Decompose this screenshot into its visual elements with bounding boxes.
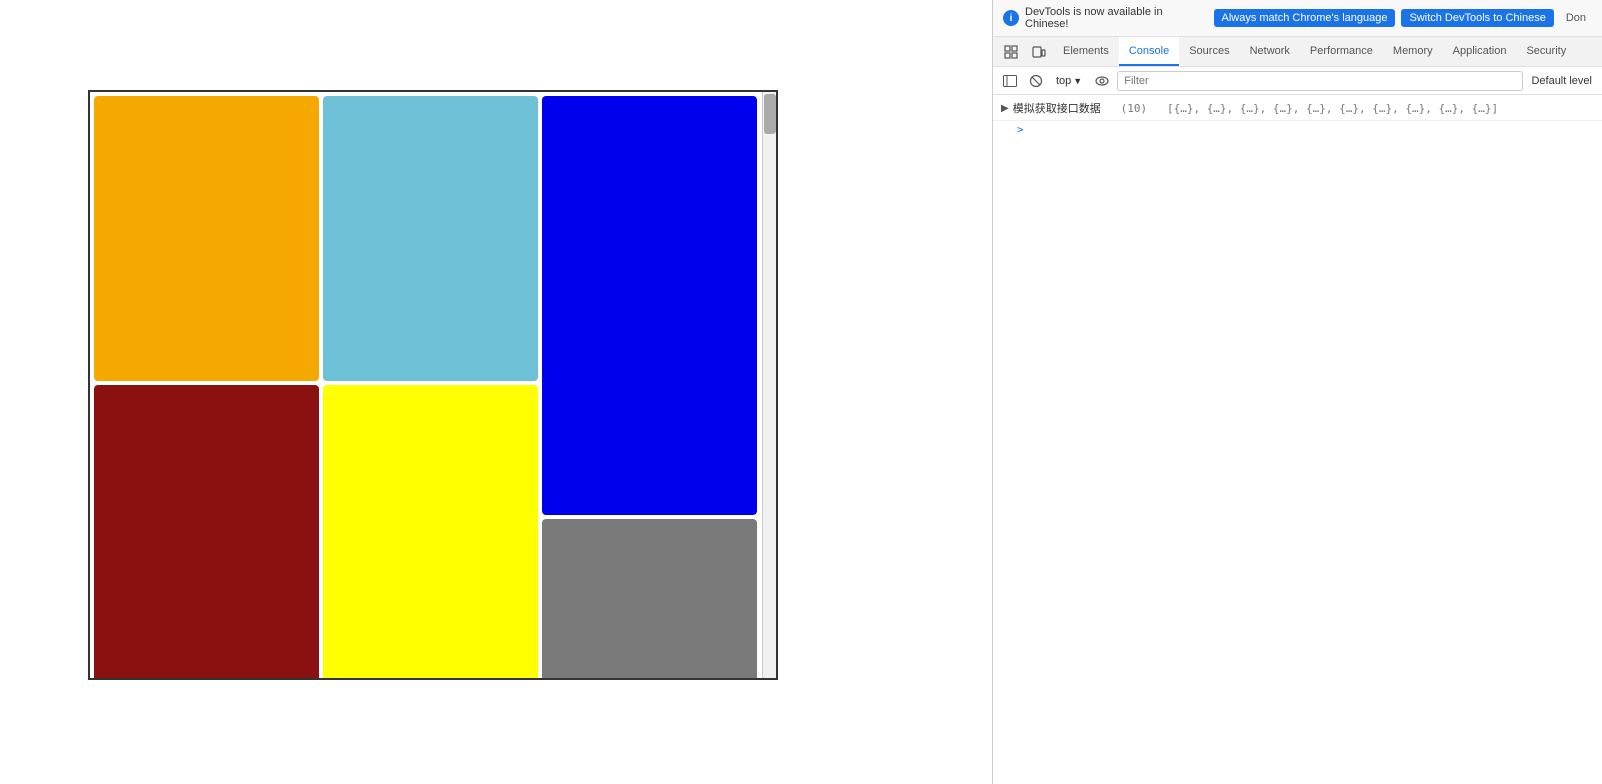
sub-expand-icon: >: [1017, 123, 1024, 136]
block-lightblue: [323, 96, 538, 381]
devtools-notification-bar: i DevTools is now available in Chinese! …: [993, 0, 1602, 37]
color-blocks-grid: [90, 92, 762, 678]
canvas-area: [88, 90, 778, 680]
console-sidebar-icon[interactable]: [999, 70, 1021, 92]
console-log-text: 模拟获取接口数据 (10) [{…}, {…}, {…}, {…}, {…}, …: [1013, 101, 1594, 118]
console-toolbar: top ▼ Default level: [993, 67, 1602, 95]
tab-memory[interactable]: Memory: [1383, 37, 1443, 66]
block-yellow: [323, 385, 538, 680]
canvas-scrollbar-thumb[interactable]: [764, 94, 776, 134]
notification-text: DevTools is now available in Chinese!: [1025, 6, 1208, 30]
tab-application[interactable]: Application: [1443, 37, 1517, 66]
switch-chinese-button[interactable]: Switch DevTools to Chinese: [1401, 9, 1553, 27]
browser-content: [0, 0, 992, 784]
tab-console[interactable]: Console: [1119, 37, 1179, 66]
expand-arrow-icon[interactable]: ▶: [1001, 101, 1009, 116]
console-log-item-main: ▶ 模拟获取接口数据 (10) [{…}, {…}, {…}, {…}, {…}…: [993, 99, 1602, 121]
inspect-element-icon[interactable]: [997, 38, 1025, 66]
dismiss-button[interactable]: Don: [1560, 9, 1592, 27]
log-chinese-label: 模拟获取接口数据: [1013, 102, 1101, 115]
block-gray: [542, 519, 757, 680]
console-log-item-sub[interactable]: >: [993, 121, 1602, 138]
match-language-button[interactable]: Always match Chrome's language: [1214, 9, 1396, 27]
tab-security[interactable]: Security: [1516, 37, 1576, 66]
tab-elements[interactable]: Elements: [1053, 37, 1119, 66]
tab-performance[interactable]: Performance: [1300, 37, 1383, 66]
log-count: (10): [1121, 102, 1148, 115]
block-blue: [542, 96, 757, 515]
block-orange: [94, 96, 319, 381]
device-toolbar-icon[interactable]: [1025, 38, 1053, 66]
tab-sources[interactable]: Sources: [1179, 37, 1239, 66]
devtools-panel: i DevTools is now available in Chinese! …: [992, 0, 1602, 784]
tab-network[interactable]: Network: [1240, 37, 1300, 66]
clear-console-icon[interactable]: [1025, 70, 1047, 92]
console-log-area[interactable]: ▶ 模拟获取接口数据 (10) [{…}, {…}, {…}, {…}, {…}…: [993, 95, 1602, 784]
log-items: [{…}, {…}, {…}, {…}, {…}, {…}, {…}, {…},…: [1167, 102, 1498, 115]
top-frame-selector[interactable]: top ▼: [1051, 72, 1087, 90]
default-level-button[interactable]: Default level: [1527, 73, 1596, 89]
chevron-down-icon: ▼: [1073, 76, 1082, 86]
canvas-scrollbar[interactable]: [762, 92, 776, 678]
eye-icon[interactable]: [1091, 70, 1113, 92]
block-darkred: [94, 385, 319, 680]
devtools-tabs-bar: Elements Console Sources Network Perform…: [993, 37, 1602, 67]
filter-input[interactable]: [1117, 71, 1523, 91]
info-icon: i: [1003, 10, 1019, 26]
top-label: top: [1056, 75, 1071, 87]
